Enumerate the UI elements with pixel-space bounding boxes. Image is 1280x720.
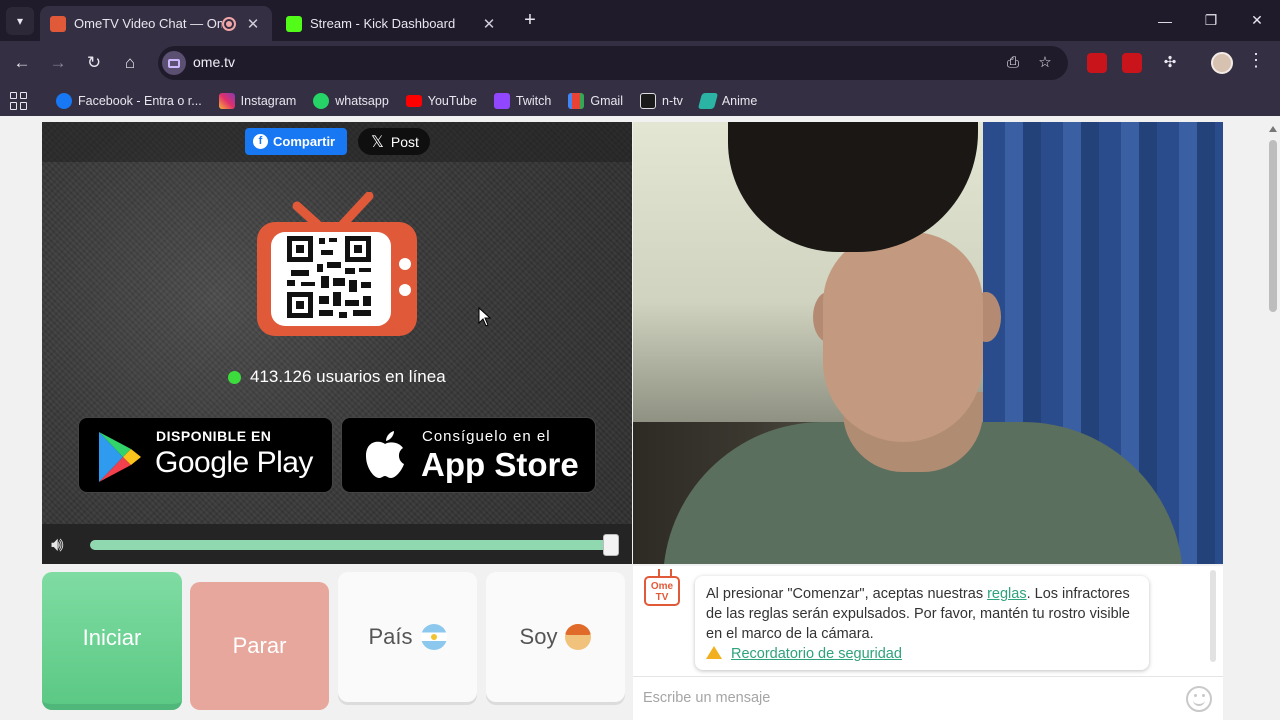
apps-grid-icon[interactable] [10, 91, 28, 110]
anime-icon [697, 92, 718, 109]
apple-icon [366, 431, 404, 478]
volume-slider-handle[interactable] [603, 534, 619, 556]
bookmarks-bar: Facebook - Entra o r... Instagram whatsa… [0, 85, 1280, 116]
boy-avatar-icon [565, 624, 592, 650]
tab-search-button[interactable]: ▾ [6, 7, 34, 35]
bookmark-instagram[interactable]: Instagram [218, 92, 296, 109]
tab-title: Stream - Kick Dashboard [310, 16, 456, 31]
message-input[interactable] [643, 685, 1163, 711]
facebook-share-button[interactable]: f Compartir [245, 128, 347, 155]
google-play-badge[interactable]: DISPONIBLE EN Google Play [78, 417, 333, 493]
recording-indicator-icon [222, 16, 236, 31]
tab-kick-dashboard[interactable]: Stream - Kick Dashboard ✕ [276, 6, 508, 41]
bookmark-twitch[interactable]: Twitch [493, 92, 551, 109]
bookmark-whatsapp[interactable]: whatsapp [313, 92, 389, 109]
facebook-icon [56, 92, 72, 109]
bookmark-star-icon[interactable]: ☆ [1035, 53, 1055, 73]
mouse-cursor-icon [478, 307, 492, 327]
bookmark-gmail[interactable]: Gmail [568, 92, 623, 109]
safety-reminder-link[interactable]: Recordatorio de seguridad [731, 646, 902, 662]
volume-control: 🔊︎ [42, 524, 632, 564]
page-scrollbar[interactable] [1266, 122, 1280, 720]
back-icon[interactable]: ← [8, 49, 36, 77]
bookmark-ntv[interactable]: n-tv [640, 92, 683, 109]
app-store-badge[interactable]: Consíguelo en el App Store [341, 417, 596, 493]
x-post-button[interactable]: 𝕏 Post [358, 128, 430, 155]
gender-selector-button[interactable]: Soy [486, 572, 625, 702]
browser-toolbar: ← → ↻ ⌂ ome.tv ⎙ ☆ ✣ [0, 41, 1280, 85]
scrollbar-thumb[interactable] [1269, 140, 1277, 312]
twitch-icon [493, 92, 510, 109]
site-info-icon[interactable] [162, 51, 186, 75]
whatsapp-icon [313, 92, 330, 109]
stranger-video-placeholder: f Compartir 𝕏 Post 413.126 usuarios en l… [42, 122, 632, 564]
chat-scrollbar[interactable] [1210, 570, 1216, 662]
volume-slider[interactable] [90, 540, 611, 550]
facebook-icon: f [253, 134, 268, 149]
extension-red-icon[interactable] [1087, 53, 1107, 73]
home-icon[interactable]: ⌂ [116, 49, 144, 77]
profile-avatar[interactable] [1211, 52, 1233, 74]
forward-icon[interactable]: → [44, 49, 72, 77]
tab-strip: ▾ OmeTV Video Chat — Ome ✕ Stream - Kick… [0, 0, 1280, 41]
message-input-area [633, 676, 1223, 720]
bookmark-anime[interactable]: Anime [697, 92, 757, 109]
x-logo-icon: 𝕏 [371, 133, 384, 151]
ometv-favicon-icon [50, 15, 66, 32]
bookmark-youtube[interactable]: YouTube [405, 94, 477, 108]
close-tab-icon[interactable]: ✕ [480, 15, 498, 33]
close-tab-icon[interactable]: ✕ [244, 15, 262, 33]
kick-favicon-icon [286, 15, 302, 32]
online-status-icon [228, 370, 241, 384]
reload-icon[interactable]: ↻ [80, 49, 108, 77]
ntv-icon [640, 92, 656, 109]
instagram-icon [218, 92, 235, 109]
google-play-icon [99, 432, 141, 482]
start-button[interactable]: Iniciar [42, 572, 182, 710]
extensions-puzzle-icon[interactable]: ✣ [1160, 53, 1180, 73]
online-users-counter: 413.126 usuarios en línea [228, 367, 446, 387]
restore-icon[interactable]: ❐ [1188, 0, 1234, 41]
close-window-icon[interactable]: ✕ [1234, 0, 1280, 41]
tab-title: OmeTV Video Chat — Ome [74, 16, 222, 31]
bookmark-facebook[interactable]: Facebook - Entra o r... [56, 92, 202, 109]
rules-link[interactable]: reglas [987, 586, 1027, 602]
system-message-bubble: Al presionar "Comenzar", aceptas nuestra… [695, 576, 1149, 670]
speaker-volume-icon[interactable]: 🔊︎ [51, 534, 81, 556]
stop-button[interactable]: Parar [190, 582, 329, 710]
install-app-icon[interactable]: ⎙ [1003, 53, 1023, 73]
ometv-logo: Ome TV [644, 576, 680, 606]
country-selector-button[interactable]: País [338, 572, 477, 702]
browser-menu-icon[interactable]: ⋮ [1246, 50, 1266, 76]
extension-streaming-icon[interactable] [1122, 53, 1142, 73]
url-text: ome.tv [193, 54, 236, 70]
chat-panel: Ome TV Al presionar "Comenzar", aceptas … [633, 566, 1223, 720]
qr-code-tv-icon[interactable] [257, 192, 417, 338]
gmail-icon [568, 92, 585, 109]
argentina-flag-icon [420, 624, 447, 650]
warning-icon [706, 646, 722, 659]
address-bar[interactable]: ome.tv ⎙ ☆ [158, 46, 1068, 80]
self-camera-video [633, 122, 1223, 564]
youtube-icon [405, 94, 422, 107]
new-tab-button[interactable]: + [518, 8, 542, 32]
tab-ometv[interactable]: OmeTV Video Chat — Ome ✕ [40, 6, 272, 41]
minimize-icon[interactable]: — [1142, 0, 1188, 41]
window-controls: — ❐ ✕ [1142, 0, 1280, 41]
emoji-picker-icon[interactable] [1186, 686, 1212, 712]
